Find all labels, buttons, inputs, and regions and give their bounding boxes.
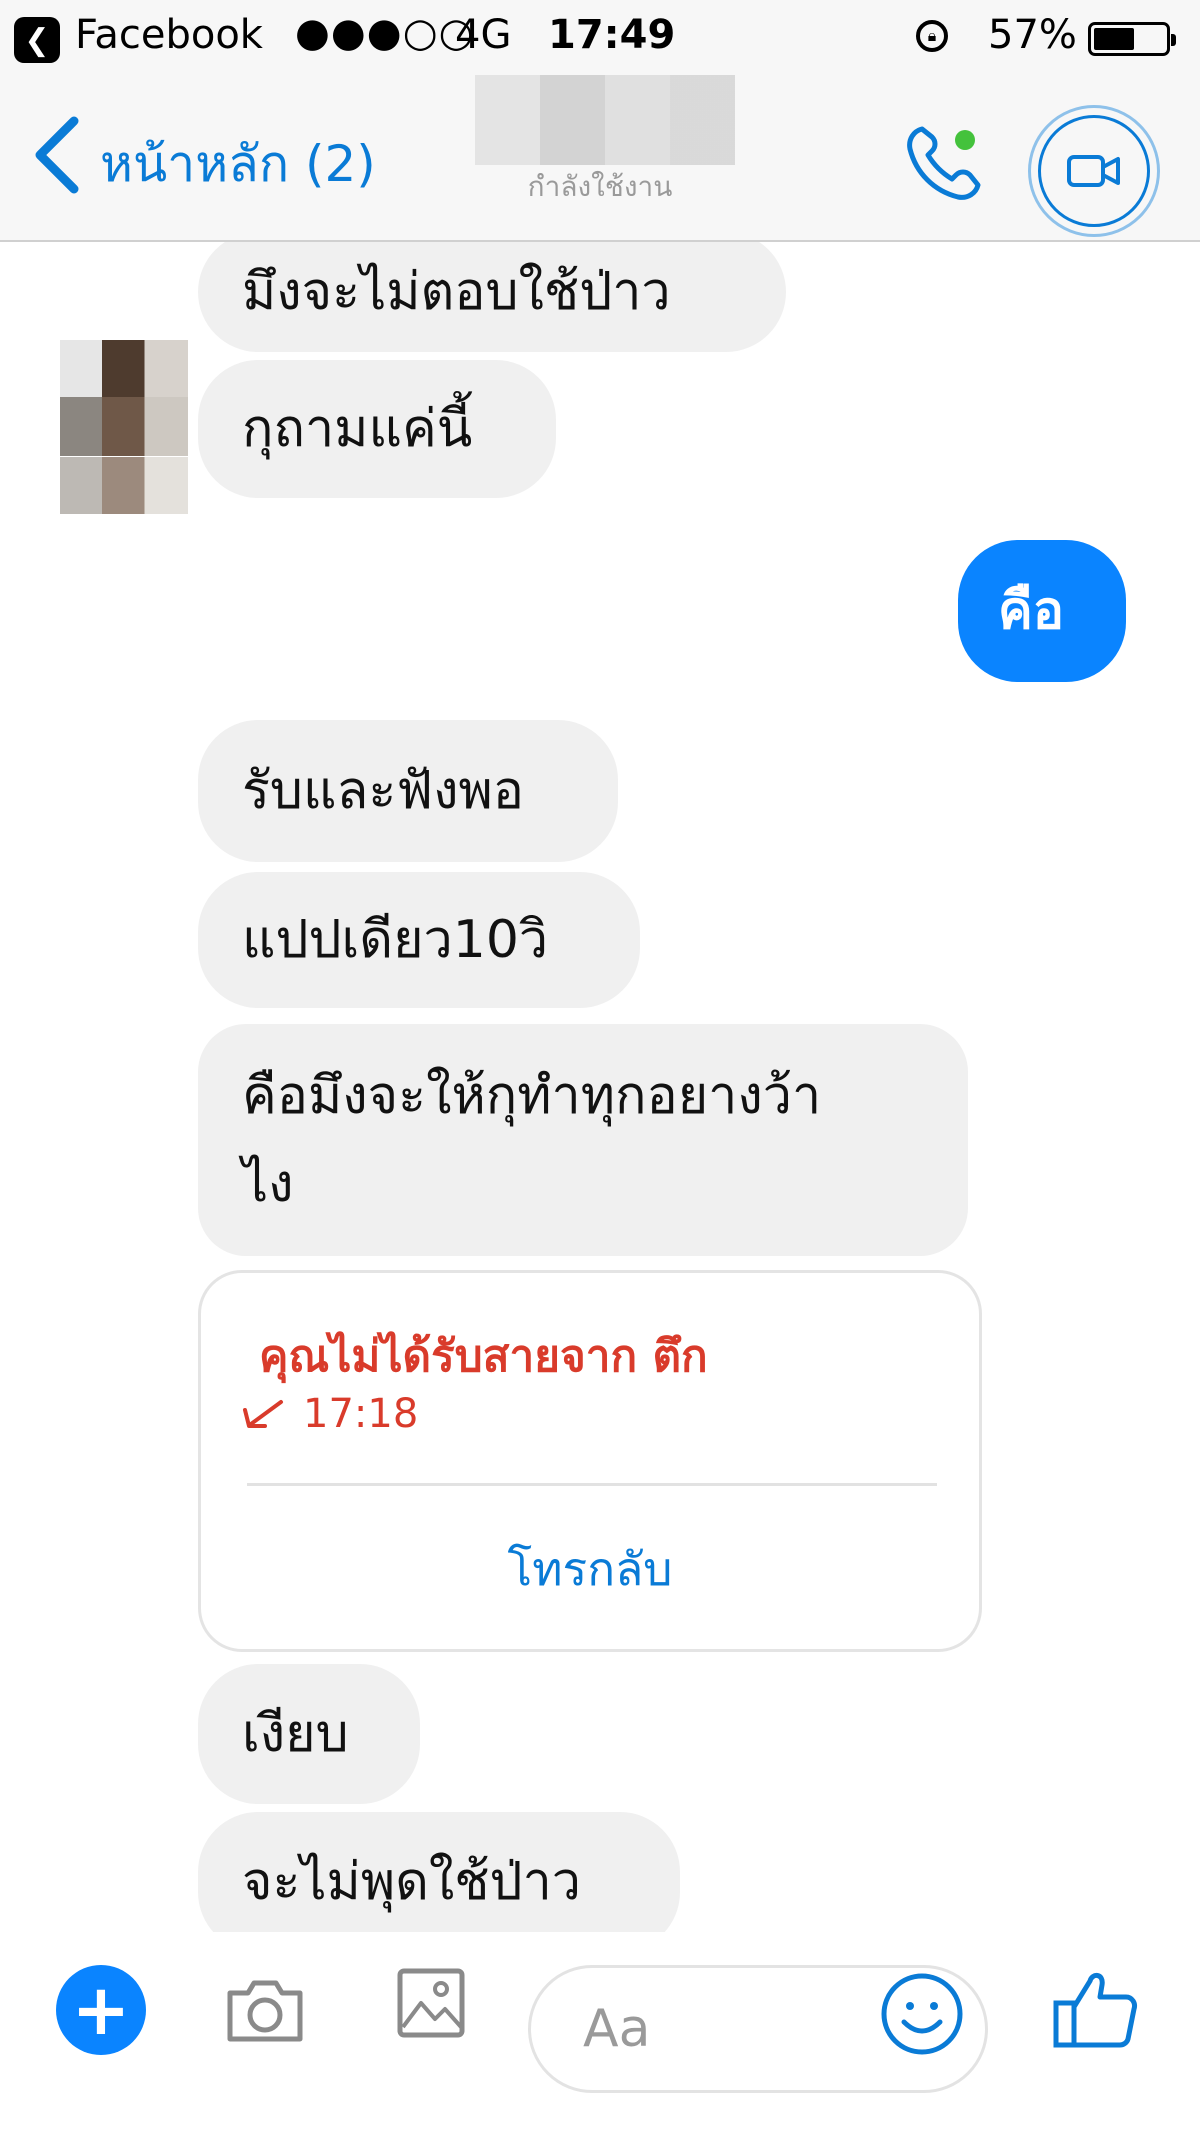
message-bubble[interactable]: มึงจะไม่ตอบใช้ป่าว <box>198 242 786 352</box>
message-bubble[interactable]: เงียบ <box>198 1664 420 1804</box>
missed-call-arrow-icon <box>243 1400 283 1428</box>
battery-percent: 57% <box>988 12 1077 58</box>
chevron-left-icon[interactable] <box>30 115 86 195</box>
message-text: คือมึงจะให้กุทำทุกอยางว้า ไง <box>242 1066 822 1214</box>
plus-icon[interactable]: + <box>56 1965 146 2055</box>
message-text: รับและฟังพอ <box>242 761 524 821</box>
missed-call-text: คุณไม่ได้รับสายจาก ตึก <box>259 1331 708 1382</box>
status-bar: ❮ Facebook ●●●○○ 4G 17:49 🔒︎ 57% <box>0 0 1200 75</box>
camera-icon[interactable] <box>220 1965 310 2055</box>
call-back-button[interactable]: โทรกลับ <box>201 1533 979 1606</box>
message-text: แปปเดียว10วิ <box>242 910 549 970</box>
status-time: 17:49 <box>548 12 676 58</box>
message-composer: + Aa <box>0 1935 1200 2130</box>
avatar[interactable] <box>60 340 188 514</box>
message-list[interactable]: มึงจะไม่ตอบใช้ป่าว กุถามแค่นี้ คือ รับแล… <box>0 242 1200 1932</box>
image-icon[interactable] <box>395 1963 467 2043</box>
rotation-lock-icon: 🔒︎ <box>916 20 948 52</box>
signal-strength: ●●●○○ <box>295 10 475 56</box>
thumbs-up-icon[interactable] <box>1050 1963 1140 2053</box>
message-bubble[interactable]: รับและฟังพอ <box>198 720 618 862</box>
active-status: กำลังใช้งาน <box>527 170 673 203</box>
message-text: จะไม่พุดใช้ป่าว <box>242 1852 581 1912</box>
status-app-name[interactable]: Facebook <box>75 12 263 58</box>
message-text: กุถามแค่นี้ <box>242 399 473 459</box>
message-bubble-outgoing[interactable]: คือ <box>958 540 1126 682</box>
message-text: คือ <box>998 581 1065 641</box>
missed-call-time-row: 17:18 <box>241 1391 418 1437</box>
message-input-placeholder: Aa <box>583 1999 651 2059</box>
message-bubble[interactable]: แปปเดียว10วิ <box>198 872 640 1008</box>
back-button[interactable]: หน้าหลัก (2) <box>100 125 376 204</box>
video-camera-icon <box>1067 155 1120 187</box>
conversation-header: หน้าหลัก (2) กำลังใช้งาน <box>0 75 1200 242</box>
battery-icon <box>1088 22 1176 56</box>
message-text: เงียบ <box>242 1704 349 1764</box>
video-call-button[interactable] <box>1028 105 1160 237</box>
message-bubble[interactable]: กุถามแค่นี้ <box>198 360 556 498</box>
emoji-icon[interactable] <box>880 1972 964 2056</box>
network-type: 4G <box>455 12 512 58</box>
message-bubble[interactable]: จะไม่พุดใช้ป่าว <box>198 1812 680 1932</box>
message-text: มึงจะไม่ตอบใช้ป่าว <box>242 262 671 322</box>
missed-call-card: คุณไม่ได้รับสายจาก ตึก 17:18 โทรกลับ <box>198 1270 982 1652</box>
phone-icon[interactable] <box>900 117 990 207</box>
online-indicator <box>955 130 975 150</box>
contact-name-blurred[interactable] <box>475 75 735 165</box>
back-to-app-icon[interactable]: ❮ <box>14 17 60 63</box>
message-bubble[interactable]: คือมึงจะให้กุทำทุกอยางว้า ไง <box>198 1024 968 1256</box>
divider <box>247 1483 937 1486</box>
missed-call-time: 17:18 <box>303 1391 419 1437</box>
